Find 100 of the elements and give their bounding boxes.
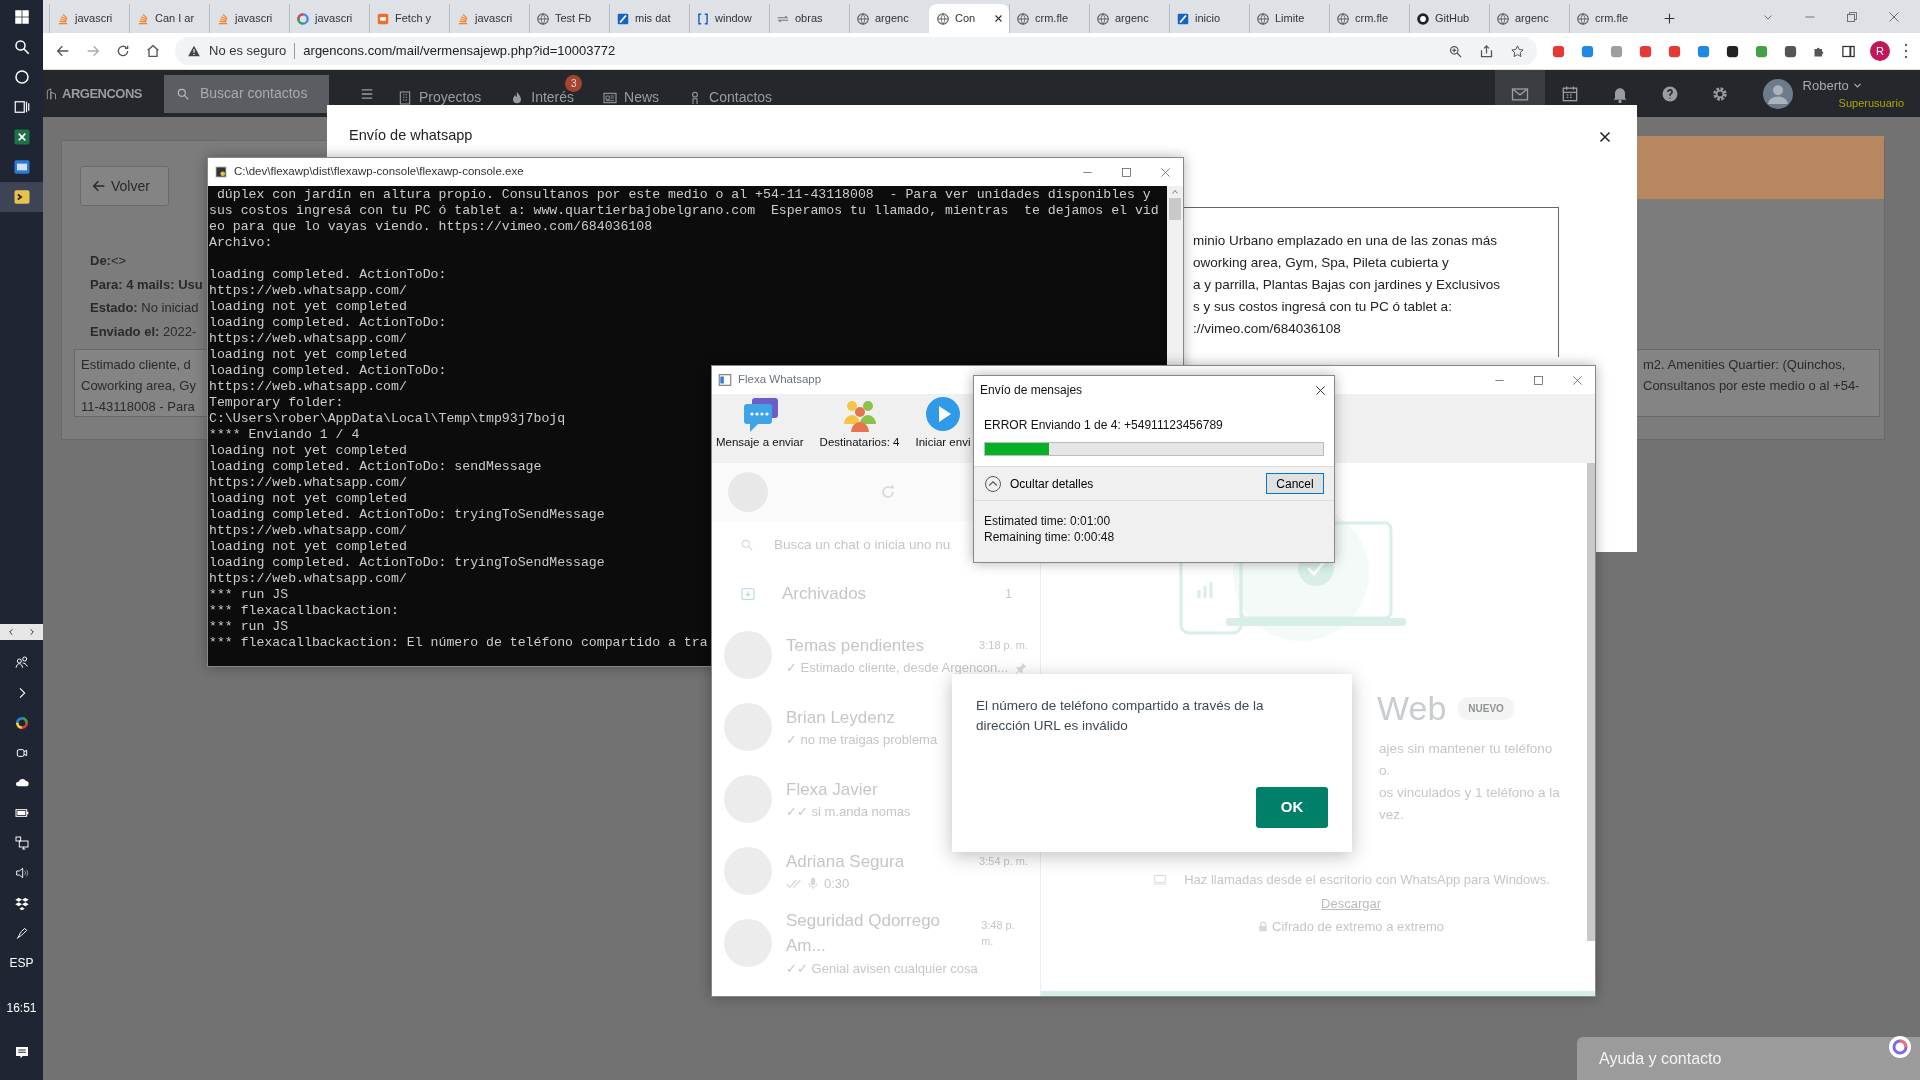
ok-button[interactable]: OK <box>1256 787 1328 828</box>
message-text: Estimado cliente, d <box>81 356 192 374</box>
console-line: loading not yet completed <box>209 491 407 507</box>
restore-icon[interactable] <box>1846 11 1858 23</box>
color-wheel-icon[interactable] <box>13 715 30 731</box>
back-arrow-icon <box>91 178 107 194</box>
chat-preview: ✓✓ si m.anda nomas <box>786 803 911 821</box>
nav-link[interactable]: News <box>602 87 660 108</box>
avatar-icon[interactable] <box>1762 78 1793 109</box>
console-line: loading not yet completed <box>209 539 407 555</box>
building-icon <box>397 89 413 106</box>
console-line: loading completed. ActionToDo: sendMessage <box>209 459 542 475</box>
console-line: **** Enviando 1 / 4 <box>209 427 360 443</box>
windows-icon[interactable] <box>12 8 31 26</box>
zoom-icon[interactable] <box>1448 43 1463 59</box>
chat-name: Brian Leydenz <box>786 706 895 729</box>
console-line: sus costos ingresá con tu PC ó tablet a: www.quartierbajobelgrano.com Esperamos tu llamado, mientras te dejamos el vid <box>209 203 1159 219</box>
toolbar-button[interactable]: Mensaje a enviar <box>714 396 806 452</box>
stack-icon <box>216 11 230 26</box>
clock[interactable]: 16:51 <box>6 999 37 1017</box>
new-tab-icon[interactable] <box>1663 12 1676 25</box>
chevron-left-icon[interactable] <box>6 627 15 637</box>
console-line: https://web.whatsapp.com/ <box>209 571 407 587</box>
modal-title: Envío de whatsapp <box>349 126 473 145</box>
chat-logo-icon[interactable] <box>1888 1035 1912 1059</box>
archive-icon <box>740 586 756 602</box>
search-field[interactable]: Buscar contactos <box>198 82 318 105</box>
message-text: oworking area, Gym, Spa, Pileta cubierta y <box>1193 253 1450 272</box>
scroll-thumb[interactable] <box>1169 198 1181 220</box>
chat-preview: ✓ no me traigas problema <box>786 731 938 749</box>
message-text: m2. Amenities Quartier: (Quinchos, <box>1643 356 1847 374</box>
circle-icon[interactable] <box>12 68 31 86</box>
language-indicator[interactable]: ESP <box>9 954 34 972</box>
detail-line: Estado: No iniciad <box>90 299 199 317</box>
close-icon[interactable] <box>1315 384 1326 396</box>
console-line: loading completed. ActionToDo: tryingToSendMessage <box>209 555 605 571</box>
network-icon[interactable] <box>13 835 30 851</box>
nav-link[interactable]: Contactos <box>687 87 773 108</box>
globe-icon <box>1016 11 1030 26</box>
nav-link[interactable]: Proyectos <box>397 87 482 108</box>
warning-icon <box>187 44 201 58</box>
task-view-icon[interactable] <box>12 98 31 116</box>
scroll-up-icon[interactable] <box>1171 189 1179 195</box>
archived-label: Archivados <box>782 583 867 606</box>
archived-count: 1 <box>1005 586 1012 603</box>
people-icon[interactable] <box>13 655 30 671</box>
extension-icon[interactable] <box>1783 43 1798 59</box>
double-check-icon <box>786 877 802 890</box>
profile-avatar[interactable]: R <box>1870 41 1890 61</box>
back-arrow-icon[interactable] <box>55 43 71 59</box>
boxes-icon[interactable] <box>13 895 30 911</box>
intro-text: vez. <box>1379 806 1405 824</box>
more-icon[interactable] <box>1904 43 1908 59</box>
console-line: https://web.whatsapp.com/ <box>209 379 407 395</box>
address-bar[interactable]: No es seguro argencons.com/mail/vermensajewp.php?id=10003772 <box>175 37 1537 65</box>
globe-icon <box>856 11 870 26</box>
console-line: Archivo: <box>209 235 273 251</box>
status-text: ERROR Enviando 1 de 4: +54911123456789 <box>983 417 1224 434</box>
sidebar-icon[interactable] <box>1841 43 1856 59</box>
details-toggle[interactable]: Ocultar detalles <box>984 474 1094 493</box>
browser-tab[interactable]: Con <box>929 4 1009 33</box>
speaker-icon[interactable] <box>13 865 30 881</box>
encryption-text: Cifrado de extremo a extremo <box>1272 918 1444 936</box>
ring-icon <box>296 11 310 26</box>
share-icon[interactable] <box>1479 43 1494 59</box>
globe-icon <box>1096 11 1110 26</box>
circle-icon <box>1416 11 1430 26</box>
cancel-button[interactable]: Cancel <box>1266 473 1324 494</box>
home-icon[interactable] <box>145 43 161 59</box>
console-line: loading not yet completed <box>209 443 407 459</box>
security-label[interactable]: No es seguro <box>209 41 287 61</box>
close-icon[interactable] <box>994 14 1003 23</box>
user-name[interactable]: Roberto <box>1802 75 1849 95</box>
lock-icon <box>1258 920 1269 933</box>
scrollbar[interactable] <box>1587 463 1595 941</box>
remaining-time: Remaining time: 0:00:48 <box>984 529 1116 545</box>
search-icon[interactable] <box>12 38 31 56</box>
search-field[interactable]: Buscar contactos <box>164 74 329 113</box>
maximize-icon[interactable] <box>1533 374 1544 386</box>
toolbar-button[interactable]: Destinatarios: 4 <box>817 396 902 452</box>
console-line: loading completed. ActionToDo: tryingToSendMessage <box>209 507 605 523</box>
console-line: dúplex con jardín en altura propio. Consultanos por este medio o al +54-11-43118008 - Para ver unidades disponibles y <box>215 187 1151 203</box>
star-icon[interactable] <box>1510 43 1525 59</box>
console-line: https://web.whatsapp.com/ <box>209 475 407 491</box>
toolbar-button[interactable]: Iniciar envi <box>913 396 973 452</box>
maximize-icon[interactable] <box>1121 166 1132 178</box>
detail-line: Para: 4 mails: Usu <box>90 275 203 294</box>
stack-icon <box>56 11 70 26</box>
window-title: C:\dev\flexawp\dist\flexawp-console\flexawp-console.exe <box>234 164 524 180</box>
message-text: 11-43118008 - Para <box>81 398 196 416</box>
extension-icon[interactable] <box>1725 43 1740 59</box>
menu-icon[interactable] <box>359 86 375 101</box>
chat-name: Adriana Segura <box>786 850 905 873</box>
close-icon[interactable] <box>1599 130 1611 143</box>
reload-icon[interactable] <box>115 43 131 59</box>
chevron-circle-icon <box>984 474 1002 493</box>
url-text[interactable]: argencons.com/mail/vermensajewp.php?id=10003772 <box>303 41 616 61</box>
search-placeholder: Busca un chat o inicia uno nu <box>774 535 951 554</box>
back-button[interactable]: Volver <box>80 166 169 206</box>
square-icon <box>376 11 390 26</box>
